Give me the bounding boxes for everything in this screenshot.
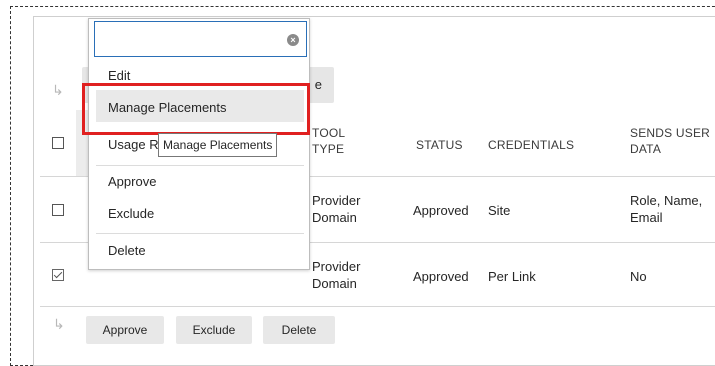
menu-item-usage[interactable]: Usage R xyxy=(108,137,159,152)
cell-tool-type: Provider Domain xyxy=(312,193,361,225)
cell-tool-type: Provider Domain xyxy=(312,259,361,291)
cell-status: Approved xyxy=(413,203,469,218)
cell-status: Approved xyxy=(413,269,469,284)
menu-item-exclude[interactable]: Exclude xyxy=(108,206,154,221)
delete-button[interactable]: Delete xyxy=(263,316,335,344)
exclude-button[interactable]: Exclude xyxy=(176,316,252,344)
header-credentials[interactable]: CREDENTIALS xyxy=(488,137,574,153)
tooltip: Manage Placements xyxy=(158,133,278,157)
cell-sends-user-data: Role, Name, Email xyxy=(630,193,703,225)
cell-credentials: Site xyxy=(488,203,511,218)
header-status[interactable]: STATUS xyxy=(416,137,463,153)
cell-sends-user-data: No xyxy=(630,269,647,284)
menu-item-edit[interactable]: Edit xyxy=(108,68,130,83)
menu-item-approve[interactable]: Approve xyxy=(108,174,156,189)
bulk-action-arrow-icon: ↳ xyxy=(52,82,64,98)
highlight-outline xyxy=(82,83,310,135)
menu-search-input[interactable]: × xyxy=(94,21,307,57)
header-tool-type[interactable]: TOOL TYPE xyxy=(312,125,345,157)
top-action-button-label: e xyxy=(314,77,322,92)
clear-icon[interactable]: × xyxy=(287,34,299,46)
header-sends-user-data[interactable]: SENDS USER DATA xyxy=(630,125,710,157)
bulk-action-arrow-icon: ↳ xyxy=(53,316,65,332)
menu-divider xyxy=(96,233,304,234)
cell-credentials: Per Link xyxy=(488,269,536,284)
menu-item-delete[interactable]: Delete xyxy=(108,243,146,258)
row-checkbox[interactable] xyxy=(52,204,64,216)
approve-button[interactable]: Approve xyxy=(86,316,164,344)
select-all-checkbox[interactable] xyxy=(52,137,64,149)
row-checkbox[interactable] xyxy=(52,269,64,281)
menu-divider xyxy=(96,165,304,166)
